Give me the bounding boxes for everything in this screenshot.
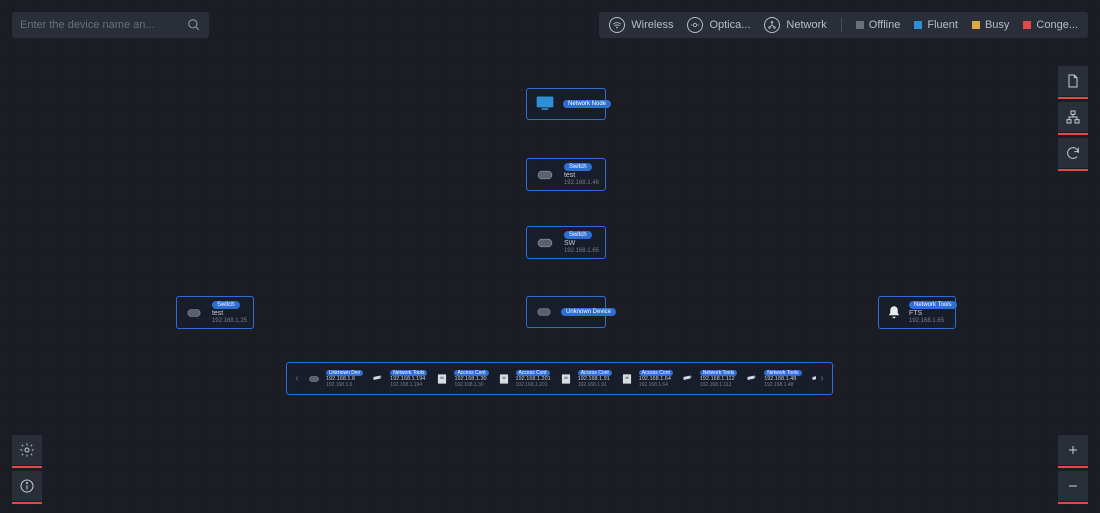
node-badge: Switch xyxy=(564,231,592,239)
switch-icon xyxy=(305,371,323,387)
node-ip: 192.168.1.65 xyxy=(564,248,599,254)
leaf-items: Unknown Dev 192.168.1.6 192.168.1.6 Netw… xyxy=(303,370,816,388)
legend-fluent: Fluent xyxy=(914,19,958,31)
node-switch2[interactable]: Switch SW 192.168.1.65 xyxy=(526,226,606,259)
node-badge: Network Node xyxy=(563,100,611,108)
switch-icon xyxy=(533,232,558,254)
filter-label: Optica... xyxy=(709,19,750,31)
node-ip: 192.168.1.65 xyxy=(909,318,957,324)
leaf-ip: 192.168.1.91 xyxy=(578,382,612,388)
search-box[interactable] xyxy=(12,12,209,38)
leaf-ip: 192.168.1.48 xyxy=(764,382,801,388)
settings-button[interactable] xyxy=(12,435,42,465)
leaf-item[interactable]: Network Tools 192.168.1.190 192.168.1.19… xyxy=(806,370,817,388)
filter-label: Wireless xyxy=(631,19,673,31)
bottom-left-tools xyxy=(12,435,42,501)
optical-icon xyxy=(687,17,703,33)
leaf-item[interactable]: Network Tools 192.168.1.194 192.168.1.19… xyxy=(367,370,429,388)
node-center[interactable]: Unknown Device xyxy=(526,296,606,328)
legend-offline: Offline xyxy=(856,19,901,31)
search-icon xyxy=(187,18,201,32)
bell-icon xyxy=(885,302,903,324)
leaf-item[interactable]: Access Cont 192.168.1.201 192.168.1.201 xyxy=(493,370,553,388)
switch-icon xyxy=(183,302,206,324)
camera-icon xyxy=(743,371,761,387)
leaf-item[interactable]: Network Tools 192.168.1.48 192.168.1.48 xyxy=(741,370,803,388)
box-icon xyxy=(618,371,636,387)
leaf-ip: 192.168.1.64 xyxy=(639,382,673,388)
info-button[interactable] xyxy=(12,471,42,501)
node-badge: Switch xyxy=(212,301,240,309)
camera-icon xyxy=(369,371,387,387)
box-icon xyxy=(495,371,513,387)
zoom-in-button[interactable] xyxy=(1058,435,1088,465)
monitor-icon xyxy=(533,93,557,115)
search-input[interactable] xyxy=(20,19,187,31)
side-tools xyxy=(1058,66,1088,168)
legend-busy: Busy xyxy=(972,19,1009,31)
refresh-button[interactable] xyxy=(1058,138,1088,168)
node-name: FTS xyxy=(909,310,957,317)
leaf-item[interactable]: Access Cont 192.168.1.64 192.168.1.64 xyxy=(616,370,675,388)
node-ip: 192.168.1.25 xyxy=(212,318,247,324)
switch-icon xyxy=(533,164,558,186)
leaf-item[interactable]: Network Tools 192.168.1.112 192.168.1.11… xyxy=(677,370,739,388)
node-ip: 192.168.1.46 xyxy=(564,180,599,186)
node-switch1[interactable]: Switch test 192.168.1.46 xyxy=(526,158,606,191)
box-icon xyxy=(433,371,451,387)
node-badge: Unknown Device xyxy=(561,308,616,316)
box-icon xyxy=(557,371,575,387)
node-badge: Network Tools xyxy=(909,301,957,309)
zoom-tools xyxy=(1058,435,1088,501)
scroll-left-button[interactable]: ‹ xyxy=(291,373,303,384)
leaf-item[interactable]: Access Cont 192.168.1.30 192.168.1.30 xyxy=(431,370,490,388)
leaf-ip: 192.168.1.6 xyxy=(326,382,363,388)
divider xyxy=(841,18,842,32)
scroll-right-button[interactable]: › xyxy=(816,373,828,384)
leaf-ip: 192.168.1.112 xyxy=(700,382,737,388)
camera-icon xyxy=(808,371,817,387)
leaf-ip: 192.168.1.30 xyxy=(454,382,488,388)
node-right[interactable]: Network Tools FTS 192.168.1.65 xyxy=(878,296,956,329)
legend-congested: Conge... xyxy=(1023,19,1078,31)
leaf-row: ‹ Unknown Dev 192.168.1.6 192.168.1.6 Ne… xyxy=(286,362,833,395)
filter-network[interactable]: Network xyxy=(764,17,826,33)
wireless-icon xyxy=(609,17,625,33)
node-root[interactable]: Network Node xyxy=(526,88,606,120)
network-icon xyxy=(764,17,780,33)
node-left[interactable]: Switch test 192.168.1.25 xyxy=(176,296,254,329)
leaf-ip: 192.168.1.201 xyxy=(516,382,551,388)
leaf-item[interactable]: Unknown Dev 192.168.1.6 192.168.1.6 xyxy=(303,370,365,388)
topbar: Wireless Optica... Network Offline Fluen… xyxy=(599,12,1088,38)
topology-button[interactable] xyxy=(1058,102,1088,132)
leaf-ip: 192.168.1.194 xyxy=(390,382,427,388)
camera-icon xyxy=(679,371,697,387)
export-button[interactable] xyxy=(1058,66,1088,96)
switch-icon xyxy=(533,301,555,323)
node-name: test xyxy=(564,172,599,179)
filter-label: Network xyxy=(786,19,826,31)
filter-optical[interactable]: Optica... xyxy=(687,17,750,33)
node-name: SW xyxy=(564,240,599,247)
node-name: test xyxy=(212,310,247,317)
leaf-item[interactable]: Access Cont 192.168.1.91 192.168.1.91 xyxy=(555,370,614,388)
filter-wireless[interactable]: Wireless xyxy=(609,17,673,33)
zoom-out-button[interactable] xyxy=(1058,471,1088,501)
node-badge: Switch xyxy=(564,163,592,171)
